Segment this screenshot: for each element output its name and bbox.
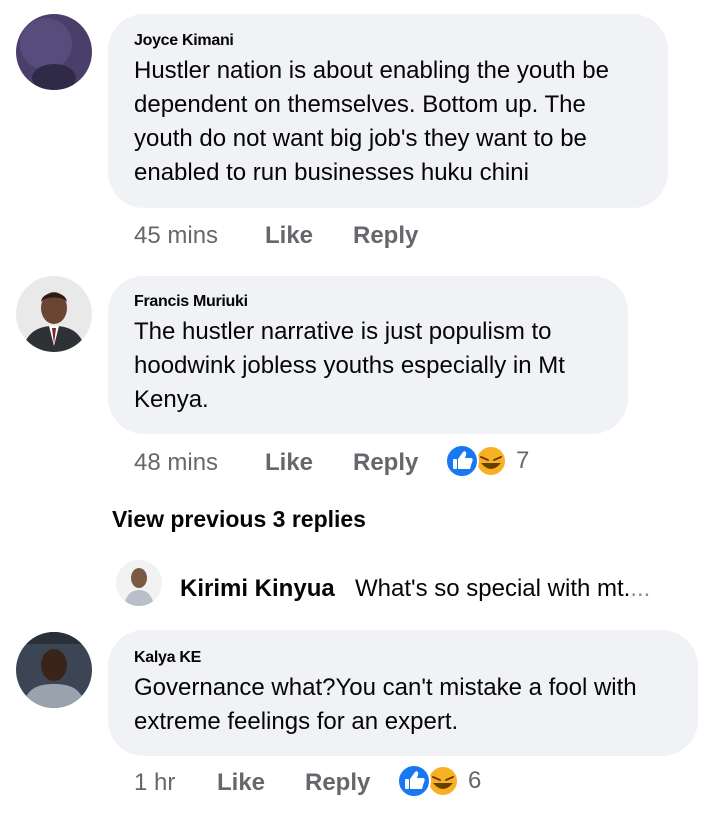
comment-text-line: Hustler nation is about enabling the you… [134, 57, 609, 84]
comment-timestamp[interactable]: 48 mins [134, 448, 218, 478]
comment-text-line: Kenya. [134, 386, 209, 413]
avatar[interactable] [16, 14, 92, 90]
avatar[interactable] [116, 560, 162, 606]
comment-text-line: hoodwink jobless youths especially in Mt [134, 352, 565, 379]
reply-preview-text[interactable]: What's so special with mt.... [355, 575, 650, 603]
comment-text-line: extreme feelings for an expert. [134, 708, 459, 735]
comment-text-line: enabled to run businesses huku chini [134, 159, 529, 186]
reply-preview-author[interactable]: Kirimi Kinyua [180, 575, 335, 603]
view-previous-replies-link[interactable]: View previous 3 replies [112, 506, 366, 533]
reply-button[interactable]: Reply [353, 448, 418, 478]
reaction-count[interactable]: 7 [516, 446, 529, 476]
comment-text-line: Governance what?You can't mistake a fool… [134, 674, 637, 701]
comment-text-line: The hustler narrative is just populism t… [134, 318, 552, 345]
like-icon [397, 764, 431, 798]
comment-author[interactable]: Joyce Kimani [134, 32, 234, 50]
comment-author[interactable]: Francis Muriuki [134, 293, 248, 311]
reply-button[interactable]: Reply [305, 768, 370, 798]
avatar[interactable] [16, 276, 92, 352]
reaction-summary[interactable] [444, 444, 514, 478]
like-button[interactable]: Like [265, 221, 313, 251]
like-icon [445, 444, 479, 478]
reply-button[interactable]: Reply [353, 221, 418, 251]
haha-icon [427, 765, 459, 797]
like-button[interactable]: Like [217, 768, 265, 798]
comment-text-line: dependent on themselves. Bottom up. The [134, 91, 586, 118]
comment-timestamp[interactable]: 1 hr [134, 768, 175, 798]
comment-timestamp[interactable]: 45 mins [134, 221, 218, 251]
reaction-count[interactable]: 6 [468, 766, 481, 796]
comment-text-line: youth do not want big job's they want to… [134, 125, 587, 152]
like-button[interactable]: Like [265, 448, 313, 478]
reaction-summary[interactable] [396, 764, 466, 798]
haha-icon [475, 445, 507, 477]
reply-preview-ellipsis: ... [630, 575, 651, 602]
avatar[interactable] [16, 632, 92, 708]
comment-author[interactable]: Kalya KE [134, 649, 201, 667]
